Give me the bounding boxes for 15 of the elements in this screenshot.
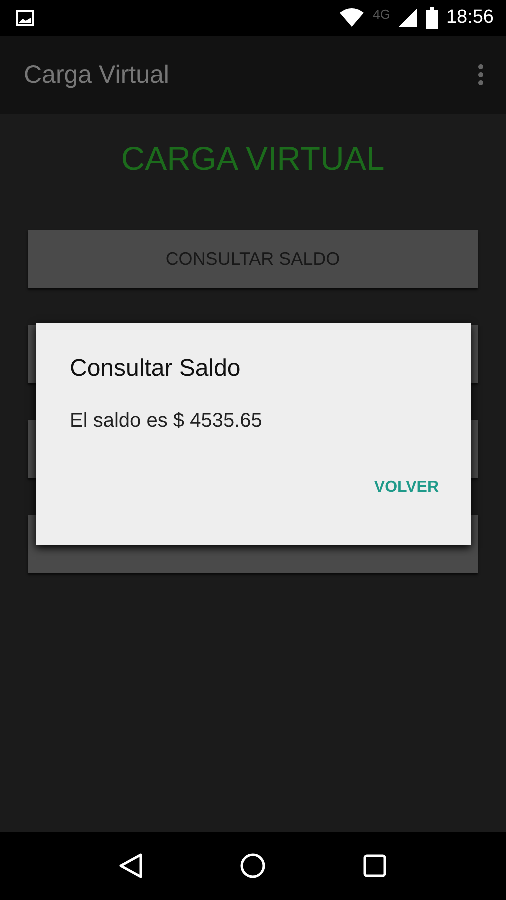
back-button[interactable]: VOLVER bbox=[374, 475, 439, 501]
clock: 18:56 bbox=[446, 7, 494, 29]
overflow-menu-icon[interactable] bbox=[478, 64, 484, 86]
home-icon[interactable] bbox=[240, 853, 266, 879]
dialog-title: Consultar Saldo bbox=[70, 355, 242, 383]
app-title: Carga Virtual bbox=[24, 60, 170, 90]
dialog-message: El saldo es $ 4535.65 bbox=[70, 410, 264, 433]
signal-icon bbox=[398, 8, 418, 28]
image-icon bbox=[16, 10, 34, 26]
recents-icon[interactable] bbox=[363, 854, 388, 878]
page-heading: CARGA VIRTUAL bbox=[121, 140, 385, 179]
network-type: 4G bbox=[373, 6, 390, 22]
back-icon[interactable] bbox=[118, 853, 143, 879]
wifi-icon bbox=[339, 8, 366, 28]
battery-icon bbox=[426, 7, 438, 29]
